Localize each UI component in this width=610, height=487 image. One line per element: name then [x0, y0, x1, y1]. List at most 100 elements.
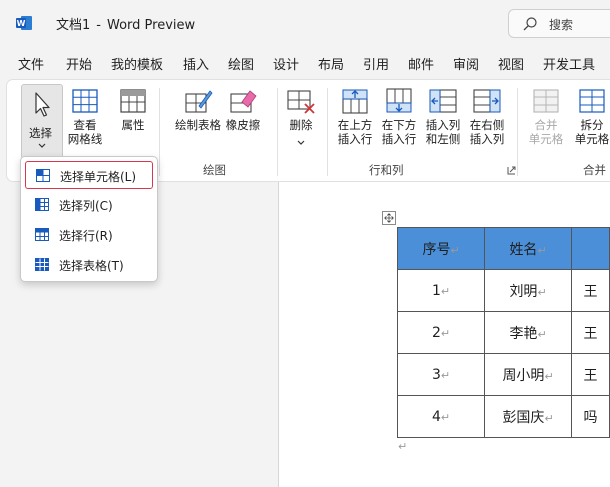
- word-app-icon: W: [16, 16, 32, 30]
- title-bar: W 文档1- Word Preview 搜索: [0, 0, 610, 46]
- table-header-row: 序号↵ 姓名↵: [396, 227, 610, 270]
- insert-row-above-icon: [342, 89, 368, 114]
- ribbon-separator: [327, 88, 328, 176]
- ribbon-separator: [517, 88, 518, 176]
- paragraph-mark: ↵: [398, 440, 408, 453]
- insert-left-label-1: 插入列: [425, 118, 461, 132]
- properties-button[interactable]: 属性: [113, 88, 153, 132]
- select-dropdown-menu: 选择单元格(L) 选择列(C) 选择行(R) 选择表格(T): [20, 156, 158, 282]
- table-row: 3↵ 周小明↵ 王: [396, 353, 610, 396]
- select-table-icon: [35, 258, 49, 271]
- menu-item-select-row[interactable]: 选择行(R): [25, 221, 153, 249]
- table-cell[interactable]: 吗: [570, 395, 610, 438]
- table-cell[interactable]: 王: [570, 311, 610, 354]
- group-label-rows-cols: 行和列: [369, 163, 404, 177]
- merge-cells-label-1: 合并: [534, 118, 558, 132]
- split-cells-label-2: 单元格: [574, 132, 610, 146]
- table-header-cell[interactable]: [570, 227, 610, 270]
- insert-row-below-icon: [386, 88, 412, 113]
- table-cell[interactable]: 3↵: [396, 353, 486, 396]
- menu-bar: 文件 开始 我的模板 插入 绘图 设计 布局 引用 邮件 审阅 视图 开发工具: [0, 50, 610, 76]
- select-row-icon: [35, 228, 49, 241]
- tab-insert[interactable]: 插入: [183, 54, 209, 73]
- split-cells-icon: [579, 89, 605, 113]
- insert-left-button[interactable]: 插入列 和左侧: [421, 88, 465, 146]
- insert-left-label-2: 和左侧: [425, 132, 461, 146]
- table-move-handle-icon[interactable]: [382, 211, 396, 225]
- menu-item-select-cell[interactable]: 选择单元格(L): [25, 161, 153, 189]
- delete-button[interactable]: 删除: [283, 88, 319, 149]
- insert-below-label-2: 插入行: [381, 132, 417, 146]
- cursor-arrow-icon: [35, 92, 50, 117]
- draw-table-icon: [185, 90, 213, 113]
- tab-developer[interactable]: 开发工具: [543, 54, 595, 73]
- table-cell[interactable]: 李艳↵: [484, 311, 572, 354]
- ribbon-separator: [159, 88, 160, 176]
- menu-item-select-table[interactable]: 选择表格(T): [25, 251, 153, 279]
- insert-column-left-icon: [429, 89, 457, 113]
- insert-below-button[interactable]: 在下方 插入行: [377, 88, 421, 146]
- table-cell[interactable]: 2↵: [396, 311, 486, 354]
- tab-file[interactable]: 文件: [18, 54, 44, 73]
- table-cell[interactable]: 4↵: [396, 395, 486, 438]
- tab-my-templates[interactable]: 我的模板: [111, 54, 163, 73]
- table-cell[interactable]: 1↵: [396, 269, 486, 312]
- insert-column-right-icon: [473, 89, 501, 113]
- merge-cells-label-2: 单元格: [528, 132, 564, 146]
- eraser-label: 橡皮擦: [225, 118, 261, 132]
- table-cell[interactable]: 彭国庆↵: [484, 395, 572, 438]
- table-cell[interactable]: 刘明↵: [484, 269, 572, 312]
- app-name: Word Preview: [106, 18, 196, 33]
- table-cell[interactable]: 周小明↵: [484, 353, 572, 396]
- menu-item-label: 选择列(C): [59, 199, 113, 213]
- insert-right-button[interactable]: 在右侧 插入列: [465, 88, 509, 146]
- chevron-down-icon: [283, 135, 319, 149]
- group-label-draw: 绘图: [203, 163, 226, 177]
- properties-label: 属性: [121, 118, 145, 132]
- tab-design[interactable]: 设计: [273, 54, 299, 73]
- view-gridlines-button[interactable]: 查看 网格线: [65, 88, 105, 146]
- tab-mailings[interactable]: 邮件: [408, 54, 434, 73]
- table-properties-icon: [120, 89, 146, 113]
- table-row: 1↵ 刘明↵ 王: [396, 269, 610, 312]
- table-row: 2↵ 李艳↵ 王: [396, 311, 610, 354]
- insert-above-label-2: 插入行: [337, 132, 373, 146]
- search-placeholder: 搜索: [549, 18, 574, 32]
- split-cells-button[interactable]: 拆分 单元格: [569, 88, 610, 146]
- menu-item-select-column[interactable]: 选择列(C): [25, 191, 153, 219]
- insert-below-label-1: 在下方: [381, 118, 417, 132]
- select-cell-icon: [36, 169, 50, 182]
- merge-cells-button[interactable]: 合并 单元格: [523, 88, 569, 146]
- tab-draw[interactable]: 绘图: [228, 54, 254, 73]
- gridlines-icon: [72, 89, 98, 113]
- search-input[interactable]: 搜索: [508, 9, 610, 38]
- table-header-cell[interactable]: 序号↵: [396, 227, 486, 270]
- tab-view[interactable]: 视图: [498, 54, 524, 73]
- chevron-down-icon: [38, 143, 46, 148]
- draw-table-button[interactable]: 绘制表格: [167, 88, 229, 132]
- search-icon: [523, 17, 537, 31]
- insert-right-label-1: 在右侧: [469, 118, 505, 132]
- select-button[interactable]: 选择: [21, 84, 63, 159]
- tab-references[interactable]: 引用: [363, 54, 389, 73]
- tab-home[interactable]: 开始: [66, 54, 92, 73]
- menu-item-label: 选择行(R): [59, 229, 113, 243]
- table-cell[interactable]: 王: [570, 269, 610, 312]
- table-header-cell[interactable]: 姓名↵: [484, 227, 572, 270]
- window-title: 文档1- Word Preview: [56, 14, 195, 33]
- document-table[interactable]: 序号↵ 姓名↵ 1↵ 刘明↵ 王 2↵ 李艳↵ 王 3↵ 周小明↵ 王 4↵ 彭…: [396, 227, 610, 438]
- ribbon-separator: [277, 88, 278, 176]
- insert-above-button[interactable]: 在上方 插入行: [333, 88, 377, 146]
- dialog-launcher-icon[interactable]: [507, 166, 516, 175]
- draw-table-label: 绘制表格: [175, 118, 221, 132]
- merge-cells-icon: [533, 89, 559, 113]
- document-name: 文档1: [56, 18, 91, 33]
- table-row: 4↵ 彭国庆↵ 吗: [396, 395, 610, 438]
- select-label: 选择: [29, 126, 52, 140]
- table-cell[interactable]: 王: [570, 353, 610, 396]
- tab-layout[interactable]: 布局: [318, 54, 344, 73]
- tab-review[interactable]: 审阅: [453, 54, 479, 73]
- select-column-icon: [35, 198, 49, 211]
- eraser-button[interactable]: 橡皮擦: [223, 88, 263, 132]
- view-gridlines-label-1: 查看: [73, 118, 97, 132]
